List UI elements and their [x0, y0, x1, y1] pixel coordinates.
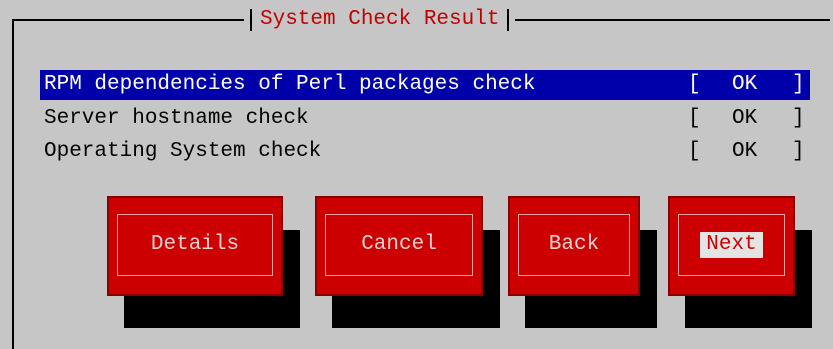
details-button-label: Details	[150, 233, 240, 256]
button-inner-border: Next	[678, 214, 785, 276]
back-button-group: Back	[508, 196, 657, 328]
check-status: OK	[732, 107, 758, 130]
status-bracket-open: [	[688, 140, 701, 163]
next-button-label: Next	[700, 232, 763, 258]
next-button[interactable]: Next	[668, 196, 795, 296]
cancel-button-label: Cancel	[361, 233, 437, 256]
check-row-server-hostname[interactable]: Server hostname check [ OK ]	[40, 104, 810, 134]
button-inner-border: Cancel	[325, 214, 473, 276]
status-bracket-close: ]	[792, 140, 805, 163]
check-row-rpm-perl[interactable]: RPM dependencies of Perl packages check …	[40, 70, 810, 100]
dialog-title-bar: System Check Result	[244, 8, 516, 32]
cancel-button[interactable]: Cancel	[315, 196, 483, 296]
title-right-tick	[507, 9, 510, 31]
check-name: Operating System check	[44, 140, 322, 163]
check-name: RPM dependencies of Perl packages check	[44, 73, 536, 96]
status-bracket-open: [	[688, 107, 701, 130]
status-bracket-close: ]	[792, 73, 805, 96]
next-button-group: Next	[668, 196, 812, 328]
details-button-group: Details	[107, 196, 300, 328]
button-inner-border: Back	[518, 214, 630, 276]
check-status: OK	[732, 73, 758, 96]
back-button-label: Back	[548, 233, 600, 256]
status-bracket-close: ]	[792, 107, 805, 130]
check-row-operating-system[interactable]: Operating System check [ OK ]	[40, 137, 810, 167]
button-inner-border: Details	[117, 214, 273, 276]
back-button[interactable]: Back	[508, 196, 640, 296]
check-status: OK	[732, 140, 758, 163]
check-name: Server hostname check	[44, 107, 309, 130]
details-button[interactable]: Details	[107, 196, 283, 296]
dialog-title: System Check Result	[260, 8, 500, 31]
status-bracket-open: [	[688, 73, 701, 96]
cancel-button-group: Cancel	[315, 196, 500, 328]
